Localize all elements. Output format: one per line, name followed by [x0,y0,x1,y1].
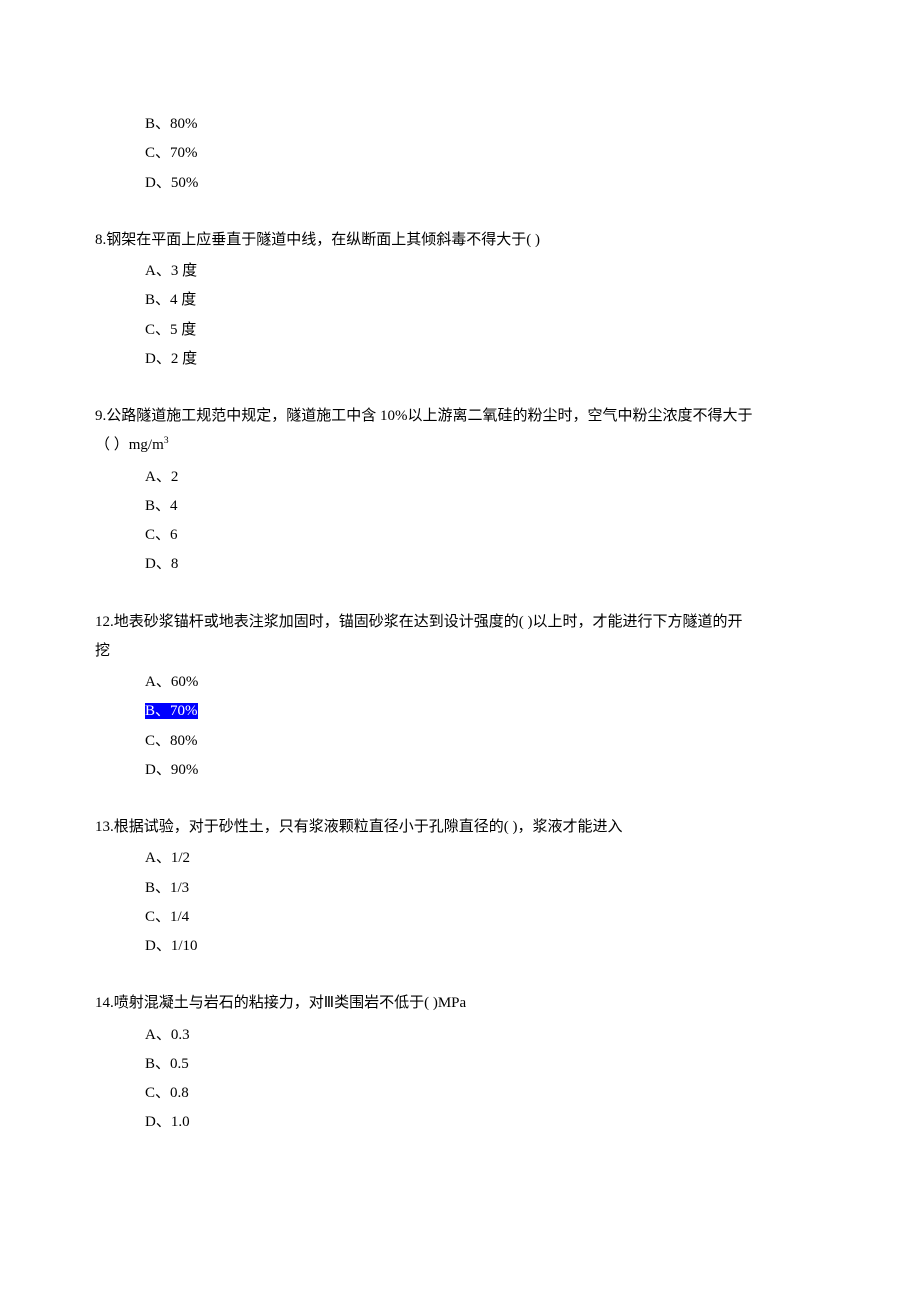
question-14: 14.喷射混凝土与岩石的粘接力，对Ⅲ类围岩不低于( )MPa [95,989,825,1018]
option-c: C、70% [145,139,825,168]
superscript: 3 [164,435,169,446]
question-text-line2: （ ）mg/m3 [95,431,825,460]
option-a: A、60% [145,668,825,697]
orphan-options-block: B、80% C、70% D、50% [95,110,825,198]
option-d: D、1.0 [145,1108,825,1137]
question-text-line2: 挖 [95,637,825,666]
option-d: D、2 度 [145,345,825,374]
question-8: 8.钢架在平面上应垂直于隧道中线，在纵断面上其倾斜毒不得大于( ) [95,226,825,255]
question-text-line1: 12.地表砂浆锚杆或地表注浆加固时，锚固砂浆在达到设计强度的( )以上时，才能进… [95,608,825,637]
option-c: C、6 [145,521,825,550]
document-page: B、80% C、70% D、50% 8.钢架在平面上应垂直于隧道中线，在纵断面上… [0,0,920,1226]
option-c: C、80% [145,727,825,756]
option-b: B、4 [145,492,825,521]
unit-text: （ ）mg/m [95,437,164,453]
option-b: B、4 度 [145,286,825,315]
option-c: C、1/4 [145,903,825,932]
option-a: A、2 [145,463,825,492]
highlight-span: B、70% [145,703,198,719]
option-c: C、0.8 [145,1079,825,1108]
question-text: 8.钢架在平面上应垂直于隧道中线，在纵断面上其倾斜毒不得大于( ) [95,226,825,255]
option-b: B、1/3 [145,874,825,903]
option-a: A、1/2 [145,844,825,873]
question-13: 13.根据试验，对于砂性土，只有浆液颗粒直径小于孔隙直径的( )，浆液才能进入 [95,813,825,842]
option-a: A、3 度 [145,257,825,286]
option-d: D、1/10 [145,932,825,961]
option-b: B、80% [145,110,825,139]
option-c: C、5 度 [145,316,825,345]
option-b-highlighted: B、70% [145,697,825,726]
question-text-line1: 9.公路隧道施工规范中规定，隧道施工中含 10%以上游离二氧硅的粉尘时，空气中粉… [95,402,825,431]
option-d: D、90% [145,756,825,785]
option-d: D、50% [145,169,825,198]
question-12-options: A、60% B、70% C、80% D、90% [95,668,825,785]
option-a: A、0.3 [145,1021,825,1050]
question-9-options: A、2 B、4 C、6 D、8 [95,463,825,580]
question-text: 14.喷射混凝土与岩石的粘接力，对Ⅲ类围岩不低于( )MPa [95,989,825,1018]
question-13-options: A、1/2 B、1/3 C、1/4 D、1/10 [95,844,825,961]
question-text: 13.根据试验，对于砂性土，只有浆液颗粒直径小于孔隙直径的( )，浆液才能进入 [95,813,825,842]
question-12: 12.地表砂浆锚杆或地表注浆加固时，锚固砂浆在达到设计强度的( )以上时，才能进… [95,608,825,667]
option-d: D、8 [145,550,825,579]
question-8-options: A、3 度 B、4 度 C、5 度 D、2 度 [95,257,825,374]
question-9: 9.公路隧道施工规范中规定，隧道施工中含 10%以上游离二氧硅的粉尘时，空气中粉… [95,402,825,461]
option-b: B、0.5 [145,1050,825,1079]
question-14-options: A、0.3 B、0.5 C、0.8 D、1.0 [95,1021,825,1138]
